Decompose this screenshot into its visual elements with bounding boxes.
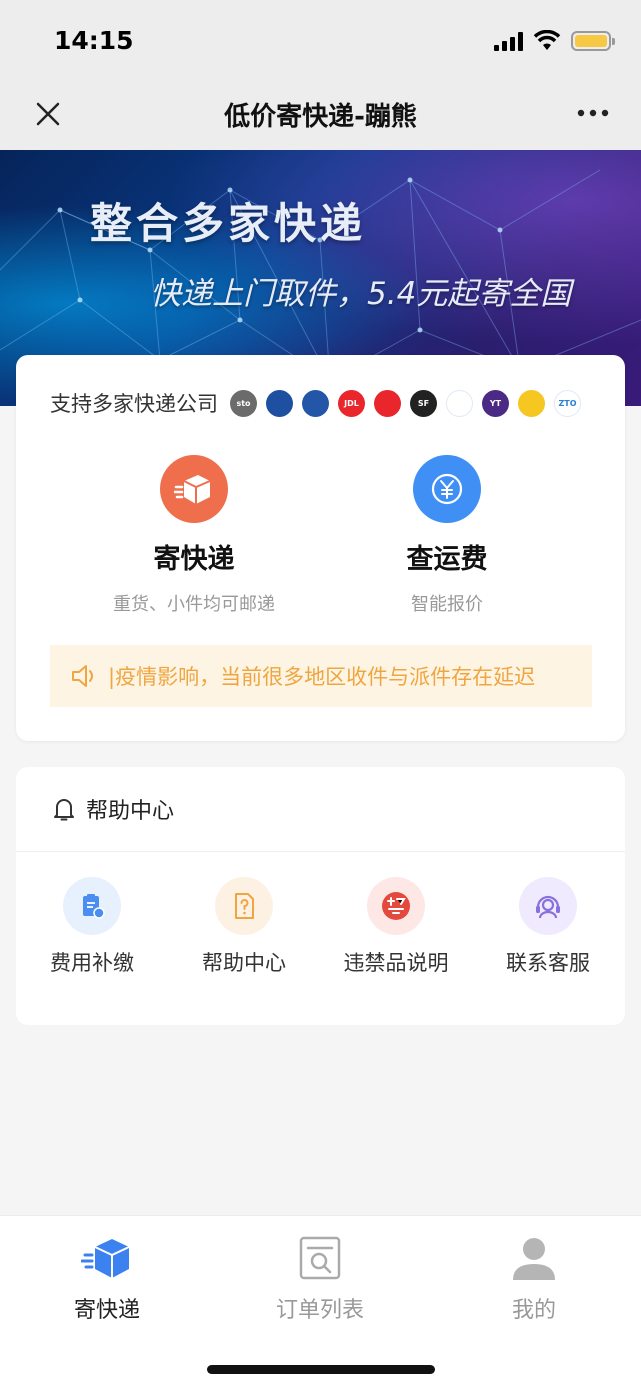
jitu-logo [302, 389, 329, 417]
ems-logo [446, 389, 473, 417]
package-icon [81, 1232, 133, 1284]
zto-logo: ZTO [554, 389, 581, 417]
yuan-icon [413, 455, 481, 523]
jdl-logo: JDL [338, 389, 365, 417]
status-bar: 14:15 [0, 0, 641, 80]
help-item-fee-supplement[interactable]: 费用补缴 [16, 877, 168, 977]
status-time: 14:15 [54, 26, 134, 55]
help-item-label: 联系客服 [506, 951, 590, 975]
bottom-tab-bar: 寄快递 订单列表 我的 [0, 1215, 641, 1387]
battery-fill [575, 35, 607, 47]
battery-icon [571, 31, 615, 51]
carrier-logos: sto JDL SF YT ZTO [230, 389, 581, 417]
tab-order-list[interactable]: 订单列表 [240, 1232, 400, 1324]
sto-logo: sto [230, 389, 257, 417]
tab-profile[interactable]: 我的 [454, 1232, 614, 1324]
headset-icon [519, 877, 577, 935]
send-express-button[interactable]: 寄快递 重货、小件均可邮递 [94, 455, 294, 616]
carrier-support-row: 支持多家快递公司 sto JDL SF YT ZTO [50, 385, 581, 421]
nav-bar: 低价寄快递-蹦熊 [0, 80, 641, 150]
prohibited-icon [367, 877, 425, 935]
help-item-label: 违禁品说明 [343, 951, 449, 975]
question-doc-icon [215, 877, 273, 935]
tab-label: 我的 [511, 1298, 556, 1323]
banner-subtitle: 快递上门取件，5.4元起寄全国 [150, 276, 572, 312]
status-icons [494, 28, 615, 54]
user-icon [508, 1232, 560, 1284]
yto-logo: YT [482, 389, 509, 417]
clipboard-icon [63, 877, 121, 935]
more-button[interactable] [573, 98, 613, 128]
bell-icon [54, 799, 74, 821]
page-title: 低价寄快递-蹦熊 [224, 102, 417, 132]
wifi-icon [533, 30, 561, 50]
help-center-header: 帮助中心 [16, 767, 625, 852]
service-card: 支持多家快递公司 sto JDL SF YT ZTO 寄快递 重货、小件均可邮递 查运费… [16, 355, 625, 741]
help-item-help-center[interactable]: 帮助中心 [168, 877, 320, 977]
notice-bar[interactable]: |疫情影响，当前很多地区收件与派件存在延迟 [50, 645, 592, 707]
check-price-subtitle: 智能报价 [411, 594, 483, 615]
youzheng-logo [374, 389, 401, 417]
help-center-title: 帮助中心 [86, 799, 175, 824]
more-icon [577, 109, 609, 117]
send-express-subtitle: 重货、小件均可邮递 [113, 594, 275, 615]
package-icon [160, 455, 228, 523]
help-item-customer-service[interactable]: 联系客服 [472, 877, 624, 977]
home-indicator [207, 1365, 435, 1374]
speaker-icon [72, 665, 93, 687]
help-item-label: 费用补缴 [50, 951, 134, 975]
tab-label: 寄快递 [73, 1298, 140, 1323]
yunda-logo [518, 389, 545, 417]
notice-text: |疫情影响，当前很多地区收件与派件存在延迟 [108, 665, 536, 689]
sf-logo: SF [410, 389, 437, 417]
help-center-card: 帮助中心 费用补缴 帮助中心 违禁品说明 联系客服 [16, 767, 625, 1025]
check-price-title: 查运费 [406, 544, 488, 575]
check-price-button[interactable]: 查运费 智能报价 [347, 455, 547, 616]
help-item-label: 帮助中心 [202, 951, 286, 975]
tab-label: 订单列表 [275, 1298, 364, 1323]
tab-send-express[interactable]: 寄快递 [27, 1232, 187, 1324]
signal-icon [494, 31, 523, 51]
order-list-icon [294, 1232, 346, 1284]
carrier-support-label: 支持多家快递公司 [50, 392, 218, 416]
send-express-title: 寄快递 [153, 544, 235, 575]
debang-logo [266, 389, 293, 417]
banner-title: 整合多家快递 [90, 199, 367, 248]
help-grid: 费用补缴 帮助中心 违禁品说明 联系客服 [16, 877, 625, 977]
help-item-prohibited-items[interactable]: 违禁品说明 [320, 877, 472, 977]
